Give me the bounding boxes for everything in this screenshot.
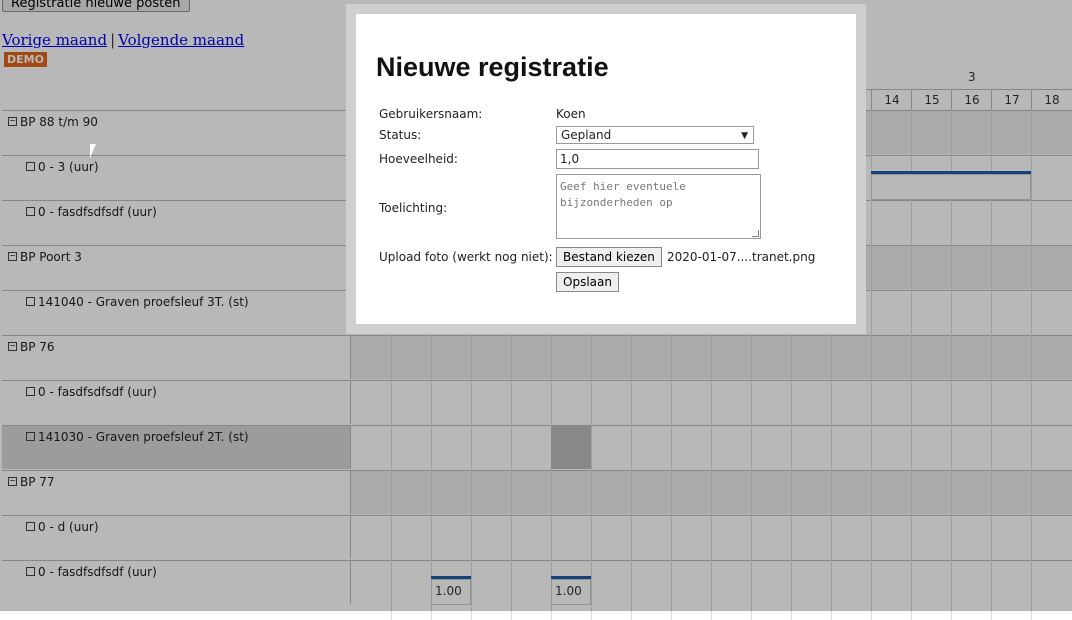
mouse-cursor-icon: [90, 144, 102, 158]
status-select[interactable]: Gepland ▼: [556, 126, 754, 144]
new-registration-dialog: Nieuwe registratie Gebruikersnaam: Koen …: [356, 14, 856, 324]
username-value: Koen: [556, 107, 586, 121]
dialog-title: Nieuwe registratie: [376, 52, 609, 82]
chevron-down-icon: ▼: [741, 131, 748, 141]
note-label: Toelichting:: [379, 201, 448, 215]
resize-handle-icon[interactable]: [752, 230, 759, 237]
status-label: Status:: [379, 128, 422, 142]
upload-label: Upload foto (werkt nog niet):: [379, 250, 553, 264]
quantity-label: Hoeveelheid:: [379, 152, 458, 166]
quantity-input[interactable]: 1,0: [556, 149, 759, 169]
save-button[interactable]: Opslaan: [556, 272, 619, 292]
choose-file-button[interactable]: Bestand kiezen: [556, 247, 662, 267]
note-placeholder: Geef hier eventuele bijzonderheden op: [560, 180, 686, 209]
username-label: Gebruikersnaam:: [379, 107, 483, 121]
note-textarea[interactable]: Geef hier eventuele bijzonderheden op: [556, 174, 761, 239]
status-selected-value: Gepland: [561, 128, 612, 142]
selected-file-name: 2020-01-07....tranet.png: [667, 250, 816, 264]
